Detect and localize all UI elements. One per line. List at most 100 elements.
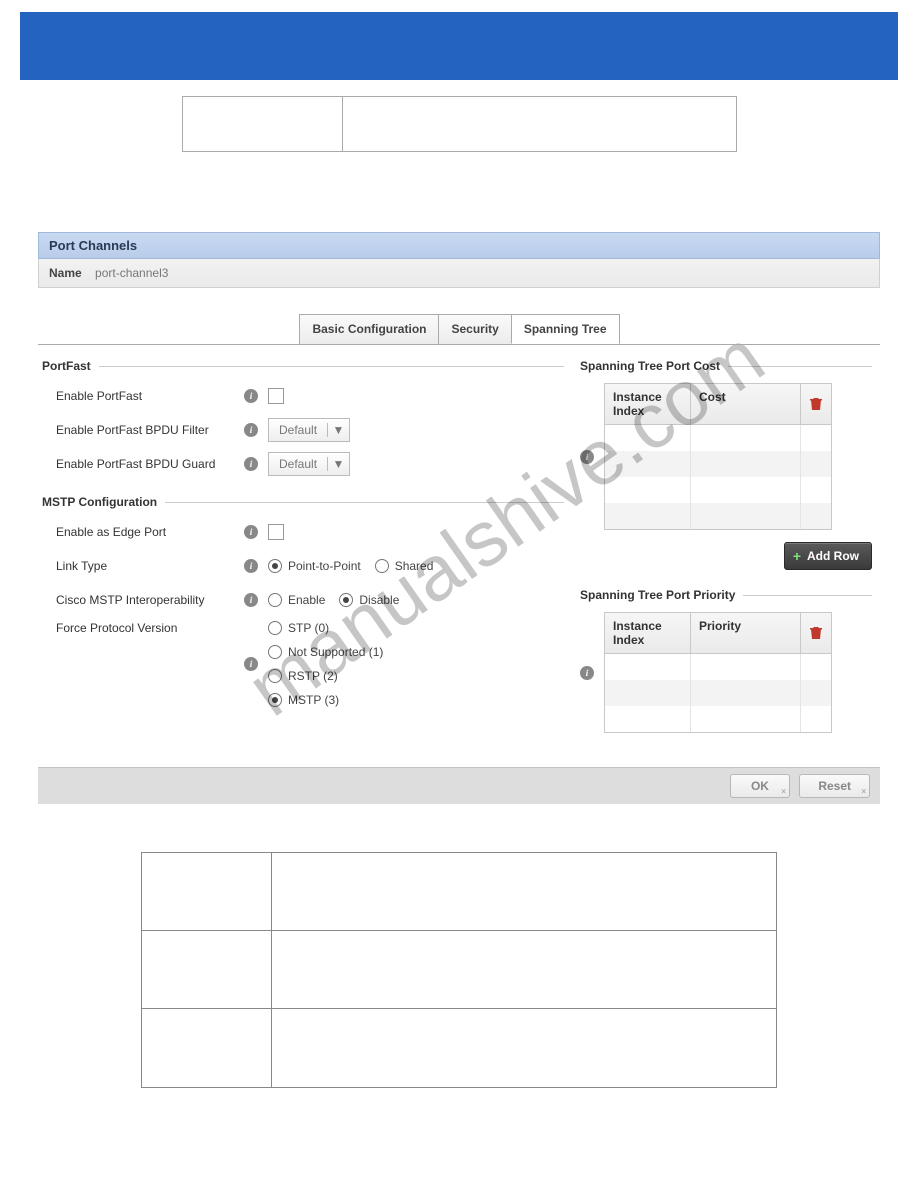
radio-label: Enable <box>288 593 325 607</box>
lower-table-cell <box>142 853 272 930</box>
radio-label: Not Supported (1) <box>288 645 383 659</box>
priority-header-label: Spanning Tree Port Priority <box>580 588 735 602</box>
divider <box>728 366 872 367</box>
info-icon[interactable]: i <box>580 666 594 680</box>
reset-button[interactable]: Reset× <box>799 774 870 798</box>
label-interop: Cisco MSTP Interoperability <box>56 593 244 607</box>
info-icon[interactable]: i <box>580 450 594 464</box>
label-bpdu-guard: Enable PortFast BPDU Guard <box>56 457 244 471</box>
radio-label: MSTP (3) <box>288 693 339 707</box>
col-instance-index[interactable]: Instance Index <box>605 384 691 424</box>
name-value: port-channel3 <box>95 266 168 280</box>
info-icon[interactable]: i <box>244 559 258 573</box>
portfast-header: PortFast <box>42 359 564 373</box>
info-icon[interactable]: i <box>244 593 258 607</box>
priority-header: Spanning Tree Port Priority <box>580 588 872 602</box>
radio-fv-not-supported[interactable]: Not Supported (1) <box>268 645 383 659</box>
chevron-down-icon: ▼ <box>327 423 349 437</box>
radio-interop-disable[interactable]: Disable <box>339 593 399 607</box>
col-delete[interactable] <box>801 613 831 653</box>
radio-link-shared[interactable]: Shared <box>375 559 434 573</box>
divider <box>165 502 564 503</box>
lower-table-cell <box>142 931 272 1008</box>
select-bpdu-filter[interactable]: Default ▼ <box>268 418 350 442</box>
add-row-label: Add Row <box>807 549 859 563</box>
table-row[interactable] <box>605 477 831 503</box>
chevron-down-icon: ▼ <box>327 457 349 471</box>
row-force-version: Force Protocol Version i STP (0) Not Sup… <box>56 621 564 707</box>
top-banner <box>20 12 898 80</box>
radio-link-p2p[interactable]: Point-to-Point <box>268 559 361 573</box>
reset-label: Reset <box>818 779 851 793</box>
table-row[interactable] <box>605 451 831 477</box>
table-header: Instance Index Cost <box>605 384 831 425</box>
trash-icon <box>810 626 822 640</box>
name-bar: Name port-channel3 <box>38 259 880 288</box>
info-icon[interactable]: i <box>244 423 258 437</box>
name-label: Name <box>49 266 82 280</box>
label-link-type: Link Type <box>56 559 244 573</box>
upper-table-cell <box>183 97 343 151</box>
radio-label: Point-to-Point <box>288 559 361 573</box>
radio-fv-stp[interactable]: STP (0) <box>268 621 383 635</box>
panel-title: Port Channels <box>38 232 880 259</box>
checkbox-edge-port[interactable] <box>268 524 284 540</box>
col-instance-index[interactable]: Instance Index <box>605 613 691 653</box>
trash-icon <box>810 397 822 411</box>
radio-interop-enable[interactable]: Enable <box>268 593 325 607</box>
plus-icon: + <box>793 548 801 564</box>
lower-table-cell <box>272 931 776 1008</box>
mstp-header-label: MSTP Configuration <box>42 495 157 509</box>
info-icon[interactable]: i <box>244 389 258 403</box>
tab-basic-configuration[interactable]: Basic Configuration <box>299 314 439 344</box>
upper-table-cell <box>343 97 736 151</box>
table-row[interactable] <box>605 706 831 732</box>
add-row-button[interactable]: + Add Row <box>784 542 872 570</box>
tabs: Basic Configuration Security Spanning Tr… <box>38 314 880 345</box>
upper-empty-table <box>182 96 737 152</box>
table-row[interactable] <box>605 425 831 451</box>
checkbox-enable-portfast[interactable] <box>268 388 284 404</box>
label-force-version: Force Protocol Version <box>56 621 244 635</box>
select-value: Default <box>269 423 327 437</box>
table-row[interactable] <box>605 680 831 706</box>
cost-header: Spanning Tree Port Cost <box>580 359 872 373</box>
ok-button[interactable]: OK× <box>730 774 790 798</box>
table-row[interactable] <box>605 503 831 529</box>
label-edge-port: Enable as Edge Port <box>56 525 244 539</box>
footer-bar: OK× Reset× <box>38 767 880 804</box>
info-icon[interactable]: i <box>244 457 258 471</box>
lower-table-cell <box>142 1009 272 1087</box>
row-bpdu-guard: Enable PortFast BPDU Guard i Default ▼ <box>56 451 564 477</box>
cost-header-label: Spanning Tree Port Cost <box>580 359 720 373</box>
cost-table: Instance Index Cost <box>604 383 832 530</box>
col-delete[interactable] <box>801 384 831 424</box>
col-priority[interactable]: Priority <box>691 613 801 653</box>
priority-table: Instance Index Priority <box>604 612 832 733</box>
tab-spanning-tree[interactable]: Spanning Tree <box>511 314 620 344</box>
radio-label: STP (0) <box>288 621 329 635</box>
radio-label: RSTP (2) <box>288 669 338 683</box>
divider <box>743 595 872 596</box>
radio-label: Disable <box>359 593 399 607</box>
select-bpdu-guard[interactable]: Default ▼ <box>268 452 350 476</box>
info-icon[interactable]: i <box>244 525 258 539</box>
info-icon[interactable]: i <box>244 657 258 671</box>
table-row[interactable] <box>605 654 831 680</box>
divider <box>99 366 564 367</box>
row-interop: Cisco MSTP Interoperability i Enable Dis… <box>56 587 564 613</box>
radio-fv-rstp[interactable]: RSTP (2) <box>268 669 383 683</box>
row-edge-port: Enable as Edge Port i <box>56 519 564 545</box>
radio-label: Shared <box>395 559 434 573</box>
col-cost[interactable]: Cost <box>691 384 801 424</box>
label-bpdu-filter: Enable PortFast BPDU Filter <box>56 423 244 437</box>
label-enable-portfast: Enable PortFast <box>56 389 244 403</box>
row-enable-portfast: Enable PortFast i <box>56 383 564 409</box>
radio-fv-mstp[interactable]: MSTP (3) <box>268 693 383 707</box>
mstp-header: MSTP Configuration <box>42 495 564 509</box>
row-link-type: Link Type i Point-to-Point Shared <box>56 553 564 579</box>
tab-security[interactable]: Security <box>438 314 511 344</box>
portfast-header-label: PortFast <box>42 359 91 373</box>
ok-label: OK <box>751 779 769 793</box>
lower-table-cell <box>272 853 776 930</box>
